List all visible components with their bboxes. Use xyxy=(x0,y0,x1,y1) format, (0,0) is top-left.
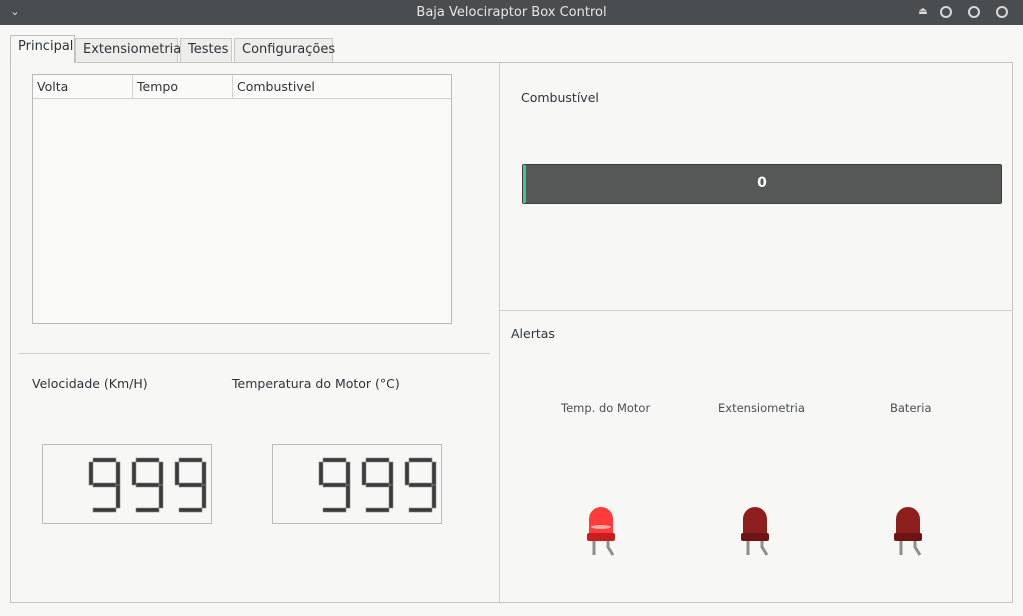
speed-label: Velocidade (Km/H) xyxy=(32,376,148,391)
speed-lcd xyxy=(42,444,212,524)
lcd-segment xyxy=(88,461,94,486)
tab-principal[interactable]: Principal xyxy=(10,35,75,63)
lcd-segment xyxy=(345,484,351,509)
lcd-segment xyxy=(408,457,433,463)
lcd-segment xyxy=(158,461,164,486)
lcd-segment xyxy=(322,457,347,463)
column-header-combustivel[interactable]: Combustivel xyxy=(233,75,451,98)
lcd-segment xyxy=(132,485,136,508)
eject-icon[interactable]: ⏏ xyxy=(917,6,929,18)
maximize-button[interactable] xyxy=(968,6,980,18)
lcd-segment xyxy=(115,484,121,509)
minimize-button[interactable] xyxy=(940,6,952,18)
tab-extensiometria[interactable]: Extensiometria xyxy=(75,38,181,62)
column-header-tempo[interactable]: Tempo xyxy=(133,75,233,98)
lcd-segment xyxy=(388,484,394,509)
led-extensiometria-icon xyxy=(741,507,769,556)
fuel-label: Combustível xyxy=(521,90,599,105)
lcd-segment xyxy=(135,507,160,513)
lcd-segment xyxy=(365,507,390,513)
lcd-segment xyxy=(115,461,121,486)
lcd-segment xyxy=(408,482,433,488)
lap-table[interactable]: Volta Tempo Combustivel xyxy=(32,74,452,324)
speed-lcd-digits xyxy=(88,457,207,513)
lcd-segment xyxy=(178,482,203,488)
alert-label-extensiometria: Extensiometria xyxy=(718,401,805,415)
alert-label-bateria: Bateria xyxy=(890,401,932,415)
lcd-segment xyxy=(92,457,117,463)
left-divider xyxy=(18,353,490,354)
lcd-segment xyxy=(404,461,410,486)
lcd-segment xyxy=(322,482,347,488)
lcd-segment xyxy=(178,507,203,513)
lcd-segment xyxy=(131,461,137,486)
right-divider xyxy=(500,310,1013,311)
lcd-segment xyxy=(322,507,347,513)
engine-temp-lcd xyxy=(272,444,442,524)
lcd-segment xyxy=(135,482,160,488)
led-engine-temp-icon xyxy=(587,507,615,556)
lcd-segment xyxy=(362,485,366,508)
lcd-segment xyxy=(92,507,117,513)
fuel-progress-bar: 0 xyxy=(522,164,1002,204)
lcd-segment xyxy=(92,482,117,488)
table-header: Volta Tempo Combustivel xyxy=(33,75,451,99)
lcd-segment xyxy=(158,484,164,509)
vertical-divider[interactable] xyxy=(499,63,500,602)
column-header-volta[interactable]: Volta xyxy=(33,75,133,98)
window-titlebar: ⌄ Baja Velociraptor Box Control ⏏ xyxy=(0,0,1023,25)
fuel-progress-value: 0 xyxy=(757,175,767,191)
lcd-segment xyxy=(431,461,437,486)
lcd-segment xyxy=(405,485,409,508)
lcd-segment xyxy=(135,457,160,463)
lcd-segment xyxy=(388,461,394,486)
engine-temp-label: Temperatura do Motor (°C) xyxy=(232,376,400,391)
lcd-segment xyxy=(365,457,390,463)
close-button[interactable] xyxy=(996,6,1008,18)
lcd-segment xyxy=(89,485,93,508)
alert-label-engine-temp: Temp. do Motor xyxy=(561,401,651,415)
lcd-segment xyxy=(201,461,207,486)
principal-panel: Volta Tempo Combustivel Velocidade (Km/H… xyxy=(10,62,1013,603)
lcd-segment xyxy=(318,461,324,486)
alerts-title: Alertas xyxy=(511,326,555,341)
lcd-segment xyxy=(175,485,179,508)
lcd-segment xyxy=(319,485,323,508)
lcd-segment xyxy=(408,507,433,513)
lcd-segment xyxy=(178,457,203,463)
lcd-segment xyxy=(361,461,367,486)
lcd-segment xyxy=(201,484,207,509)
led-bateria-icon xyxy=(894,507,922,556)
lcd-segment xyxy=(174,461,180,486)
tab-testes[interactable]: Testes xyxy=(180,38,232,62)
window-title: Baja Velociraptor Box Control xyxy=(416,5,607,20)
tab-configuracoes[interactable]: Configurações xyxy=(234,38,335,62)
lcd-segment xyxy=(345,461,351,486)
lcd-segment xyxy=(431,484,437,509)
lcd-segment xyxy=(365,482,390,488)
engine-temp-lcd-digits xyxy=(318,457,437,513)
